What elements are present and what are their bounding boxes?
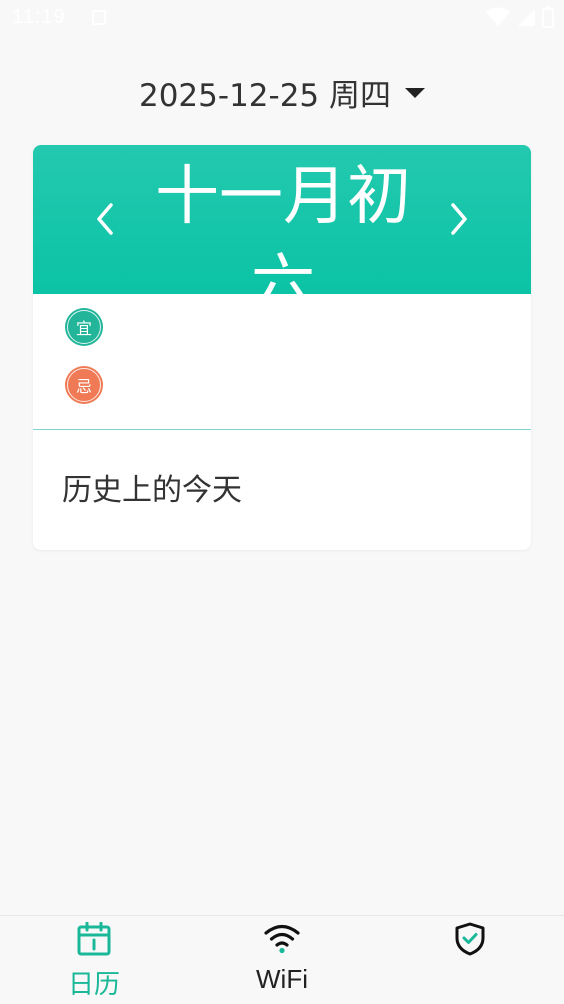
dropdown-caret-icon bbox=[405, 88, 425, 98]
status-bar: 11:19 bbox=[0, 0, 564, 36]
nav-wifi-icon-wrap bbox=[188, 922, 376, 958]
next-day-button[interactable] bbox=[439, 197, 479, 241]
nav-calendar[interactable]: 日历 bbox=[0, 916, 188, 1004]
nav-calendar-icon-wrap bbox=[0, 922, 188, 958]
history-today-title[interactable]: 历史上的今天 bbox=[62, 465, 242, 509]
calendar-icon bbox=[77, 922, 111, 956]
date-selector[interactable]: 2025-12-25 周四 bbox=[0, 68, 564, 116]
nav-wifi-label: WiFi bbox=[256, 964, 308, 994]
lunar-header: 十一月初六 bbox=[33, 145, 531, 294]
ji-badge: 忌 bbox=[65, 366, 103, 404]
nav-security[interactable] bbox=[376, 916, 564, 1004]
cell-signal-icon bbox=[518, 9, 535, 26]
nav-calendar-label: 日历 bbox=[67, 970, 120, 1000]
status-time: 11:19 bbox=[12, 6, 66, 28]
yi-ji-section: 宜 忌 bbox=[33, 294, 531, 430]
shield-check-icon bbox=[455, 922, 485, 956]
nav-wifi[interactable]: WiFi bbox=[188, 916, 376, 1004]
status-indicators bbox=[486, 6, 554, 28]
nav-security-icon-wrap bbox=[376, 922, 564, 958]
chevron-left-icon bbox=[97, 203, 113, 235]
bottom-nav: 日历 WiFi bbox=[0, 915, 564, 1004]
yi-badge: 宜 bbox=[65, 308, 103, 346]
notification-icon bbox=[92, 10, 106, 25]
divider bbox=[33, 429, 531, 430]
yi-row: 宜 bbox=[65, 308, 117, 346]
current-date: 2025-12-25 周四 bbox=[138, 77, 391, 114]
wifi-signal-icon bbox=[486, 7, 510, 26]
battery-icon bbox=[542, 6, 554, 28]
almanac-card: 十一月初六 宜 忌 历史上的今天 bbox=[33, 145, 531, 550]
wifi-icon bbox=[264, 924, 300, 954]
ji-row: 忌 bbox=[65, 366, 117, 404]
lunar-date: 十一月初六 bbox=[155, 160, 411, 294]
prev-day-button[interactable] bbox=[85, 197, 125, 241]
chevron-right-icon bbox=[451, 203, 467, 235]
